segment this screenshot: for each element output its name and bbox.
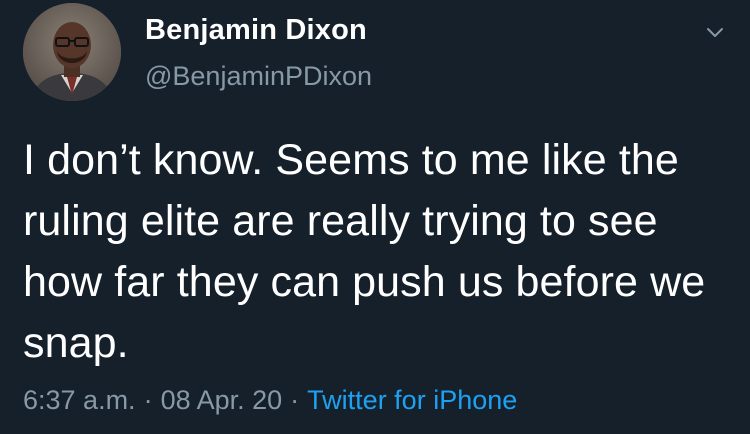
separator-dot: · — [143, 385, 153, 415]
display-name[interactable]: Benjamin Dixon — [145, 14, 367, 47]
tweet-time[interactable]: 6:37 a.m. — [23, 385, 136, 415]
tweet-date[interactable]: 08 Apr. 20 — [161, 385, 283, 415]
tweet-source-link[interactable]: Twitter for iPhone — [307, 385, 517, 415]
tweet-metadata: 6:37 a.m. · 08 Apr. 20 · Twitter for iPhone — [23, 385, 517, 416]
avatar[interactable] — [23, 3, 121, 101]
profile-photo-icon — [23, 3, 121, 101]
tweet-card: Benjamin Dixon @BenjaminPDixon I don’t k… — [0, 0, 750, 434]
tweet-text: I don’t know. Seems to me like the rulin… — [23, 136, 706, 367]
separator-dot: · — [290, 385, 300, 415]
chevron-down-icon[interactable] — [700, 18, 730, 48]
user-handle[interactable]: @BenjaminPDixon — [145, 61, 372, 92]
